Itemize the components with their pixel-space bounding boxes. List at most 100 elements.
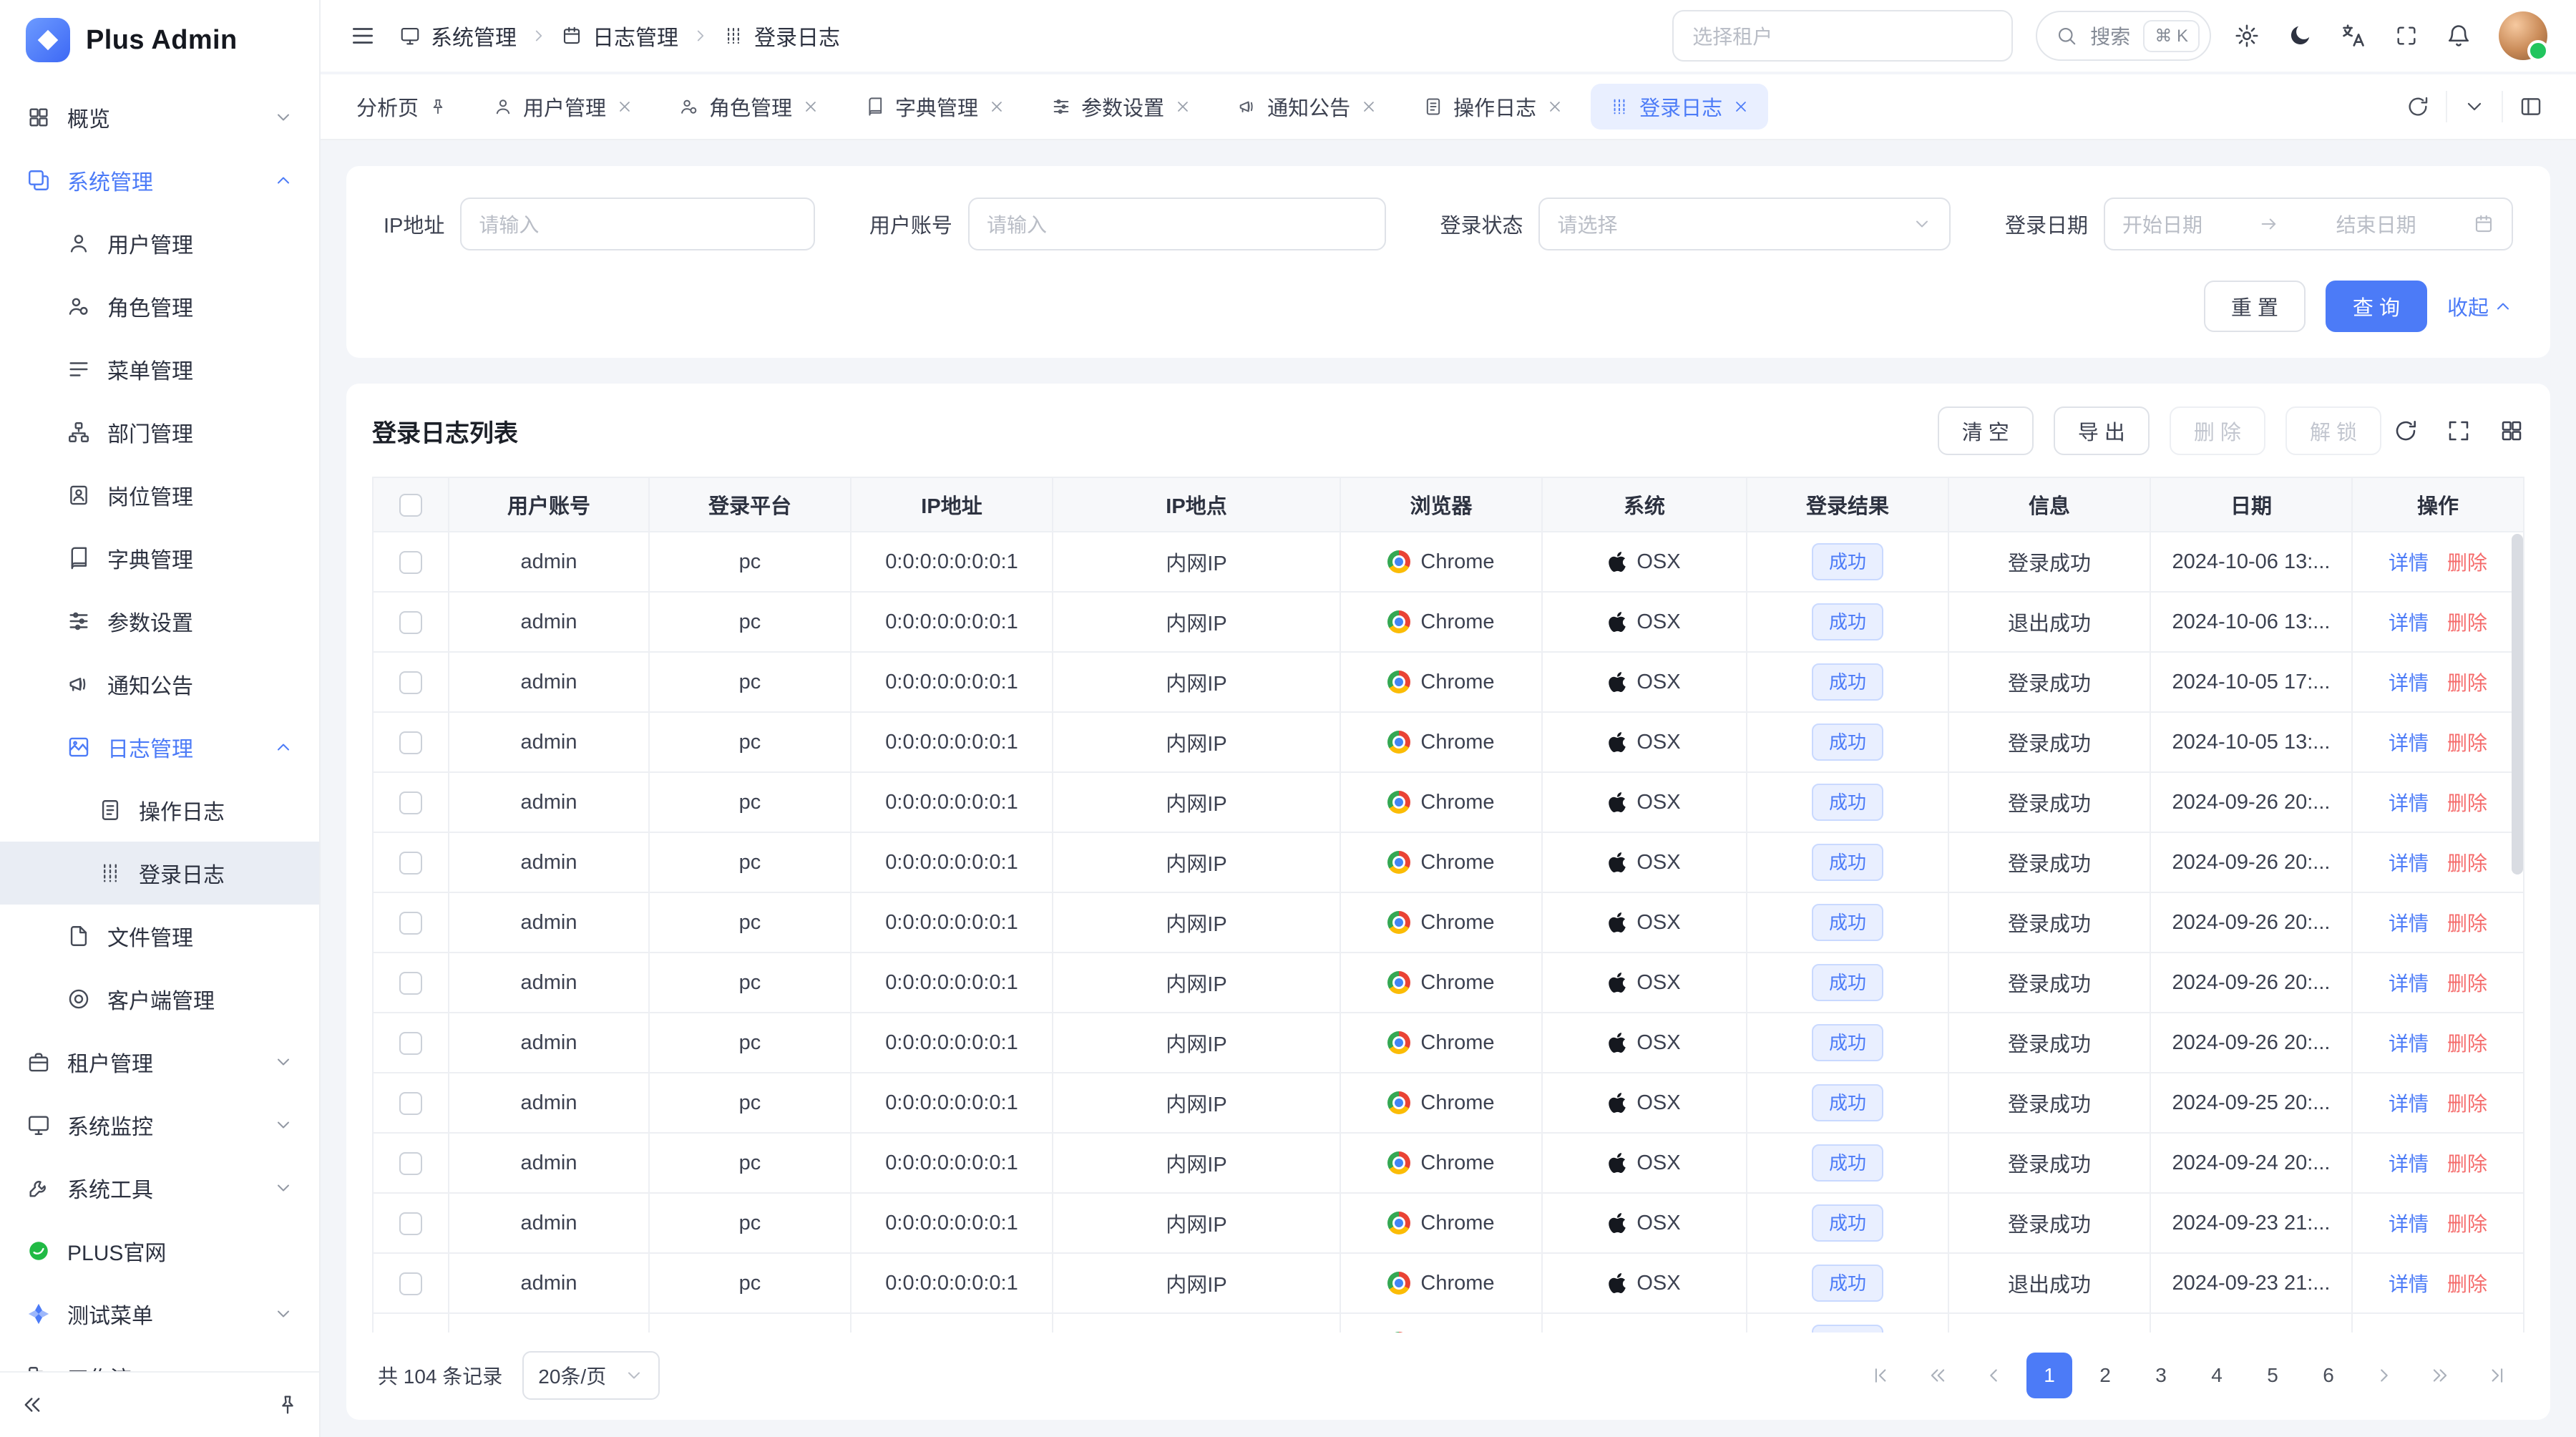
search-button[interactable]: 搜索 ⌘ K: [2036, 11, 2211, 61]
breadcrumb-item-0[interactable]: 系统管理: [399, 20, 517, 52]
close-icon[interactable]: [1174, 98, 1191, 115]
row-checkbox[interactable]: [399, 852, 422, 875]
row-checkbox[interactable]: [399, 1272, 422, 1295]
bell-icon[interactable]: [2446, 23, 2472, 49]
detail-link[interactable]: 详情: [2389, 547, 2429, 576]
sidebar-item-workflow[interactable]: 工作流: [0, 1345, 319, 1371]
row-checkbox[interactable]: [399, 671, 422, 694]
hamburger-icon[interactable]: [349, 22, 376, 49]
avatar[interactable]: [2499, 11, 2547, 60]
tab-analysis[interactable]: 分析页: [338, 84, 466, 130]
status-select[interactable]: 请选择: [1538, 198, 1951, 250]
sidebar-item-dict-management[interactable]: 字典管理: [0, 527, 319, 590]
pager-last-button[interactable]: [2473, 1353, 2519, 1398]
gear-icon[interactable]: [2234, 23, 2260, 49]
sidebar-item-param-settings[interactable]: 参数设置: [0, 590, 319, 653]
delete-link[interactable]: 删除: [2447, 668, 2487, 696]
sidebar-pin-button[interactable]: [276, 1393, 299, 1416]
clear-button[interactable]: 清 空: [1938, 406, 2034, 455]
breadcrumb-item-1[interactable]: 日志管理: [561, 20, 678, 52]
breadcrumb-item-2[interactable]: 登录日志: [723, 20, 840, 52]
pager-page-4[interactable]: 4: [2194, 1353, 2240, 1398]
tenant-select[interactable]: 选择租户: [1672, 10, 2013, 62]
delete-link[interactable]: 删除: [2447, 788, 2487, 817]
detail-link[interactable]: 详情: [2389, 1269, 2429, 1297]
fullscreen-icon[interactable]: [2394, 24, 2419, 48]
unlock-button[interactable]: 解 锁: [2285, 406, 2381, 455]
sidebar-collapse-button[interactable]: [20, 1393, 44, 1417]
detail-link[interactable]: 详情: [2389, 908, 2429, 937]
pager-page-1[interactable]: 1: [2026, 1353, 2072, 1398]
tab-oplog[interactable]: 操作日志: [1405, 84, 1582, 130]
sidebar-item-tenant-management[interactable]: 租户管理: [0, 1031, 319, 1093]
query-button[interactable]: 查 询: [2326, 281, 2427, 332]
close-icon[interactable]: [802, 98, 819, 115]
pager-prev-button[interactable]: [1971, 1353, 2016, 1398]
detail-link[interactable]: 详情: [2389, 788, 2429, 817]
row-checkbox[interactable]: [399, 1152, 422, 1175]
detail-link[interactable]: 详情: [2389, 968, 2429, 997]
delete-link[interactable]: 删除: [2447, 1149, 2487, 1177]
select-all-checkbox[interactable]: [399, 494, 422, 517]
pager-page-5[interactable]: 5: [2250, 1353, 2296, 1398]
sidebar-item-plus-website[interactable]: PLUS官网: [0, 1219, 319, 1282]
table-refresh-button[interactable]: [2393, 418, 2419, 444]
pager-page-3[interactable]: 3: [2138, 1353, 2184, 1398]
close-icon[interactable]: [1546, 98, 1563, 115]
pager-forward-button[interactable]: [2417, 1353, 2463, 1398]
pager-back-button[interactable]: [1915, 1353, 1961, 1398]
delete-link[interactable]: 删除: [2447, 908, 2487, 937]
sidebar-item-login-log[interactable]: 登录日志: [0, 842, 319, 905]
delete-link[interactable]: 删除: [2447, 1329, 2487, 1333]
date-range-input[interactable]: 开始日期结束日期: [2104, 198, 2513, 250]
collapse-filter-link[interactable]: 收起: [2447, 291, 2513, 321]
tab-user[interactable]: 用户管理: [474, 84, 652, 130]
tab-param[interactable]: 参数设置: [1033, 84, 1210, 130]
tab-dict[interactable]: 字典管理: [847, 84, 1024, 130]
sidebar-item-system-management[interactable]: 系统管理: [0, 149, 319, 212]
detail-link[interactable]: 详情: [2389, 1329, 2429, 1333]
row-checkbox[interactable]: [399, 912, 422, 935]
ip-input[interactable]: 请输入: [460, 198, 815, 250]
table-fullscreen-button[interactable]: [2446, 418, 2472, 444]
moon-icon[interactable]: [2287, 23, 2313, 49]
row-checkbox[interactable]: [399, 731, 422, 754]
row-checkbox[interactable]: [399, 1212, 422, 1235]
sidebar-item-role-management[interactable]: 角色管理: [0, 275, 319, 338]
pager-next-button[interactable]: [2361, 1353, 2407, 1398]
sidebar-item-menu-management[interactable]: 菜单管理: [0, 338, 319, 401]
table-scrollbar[interactable]: [2512, 534, 2523, 875]
tabs-menu-button[interactable]: [2446, 91, 2502, 122]
sidebar-item-client-management[interactable]: 客户端管理: [0, 968, 319, 1031]
tabs-refresh-button[interactable]: [2390, 91, 2446, 122]
detail-link[interactable]: 详情: [2389, 1028, 2429, 1057]
sidebar-item-dept-management[interactable]: 部门管理: [0, 401, 319, 464]
delete-link[interactable]: 删除: [2447, 1269, 2487, 1297]
row-checkbox[interactable]: [399, 972, 422, 995]
pager-page-6[interactable]: 6: [2306, 1353, 2351, 1398]
table-columns-button[interactable]: [2499, 418, 2524, 444]
sidebar-item-file-management[interactable]: 文件管理: [0, 905, 319, 968]
sidebar-item-log-management[interactable]: 日志管理: [0, 716, 319, 779]
account-input[interactable]: 请输入: [968, 198, 1386, 250]
sidebar-item-overview[interactable]: 概览: [0, 86, 319, 149]
tab-role[interactable]: 角色管理: [660, 84, 838, 130]
delete-link[interactable]: 删除: [2447, 1028, 2487, 1057]
delete-link[interactable]: 删除: [2447, 848, 2487, 877]
logo[interactable]: Plus Admin: [0, 0, 319, 80]
sidebar-item-system-monitor[interactable]: 系统监控: [0, 1093, 319, 1156]
export-button[interactable]: 导 出: [2054, 406, 2150, 455]
row-checkbox[interactable]: [399, 1092, 422, 1115]
row-checkbox[interactable]: [399, 791, 422, 814]
close-icon[interactable]: [1360, 98, 1377, 115]
detail-link[interactable]: 详情: [2389, 1088, 2429, 1117]
tabs-layout-button[interactable]: [2502, 91, 2559, 122]
pager-page-2[interactable]: 2: [2082, 1353, 2128, 1398]
detail-link[interactable]: 详情: [2389, 1209, 2429, 1237]
sidebar-item-user-management[interactable]: 用户管理: [0, 212, 319, 275]
delete-link[interactable]: 删除: [2447, 608, 2487, 636]
sidebar-item-notice[interactable]: 通知公告: [0, 653, 319, 716]
delete-button[interactable]: 删 除: [2170, 406, 2265, 455]
detail-link[interactable]: 详情: [2389, 848, 2429, 877]
pager-first-button[interactable]: [1859, 1353, 1905, 1398]
